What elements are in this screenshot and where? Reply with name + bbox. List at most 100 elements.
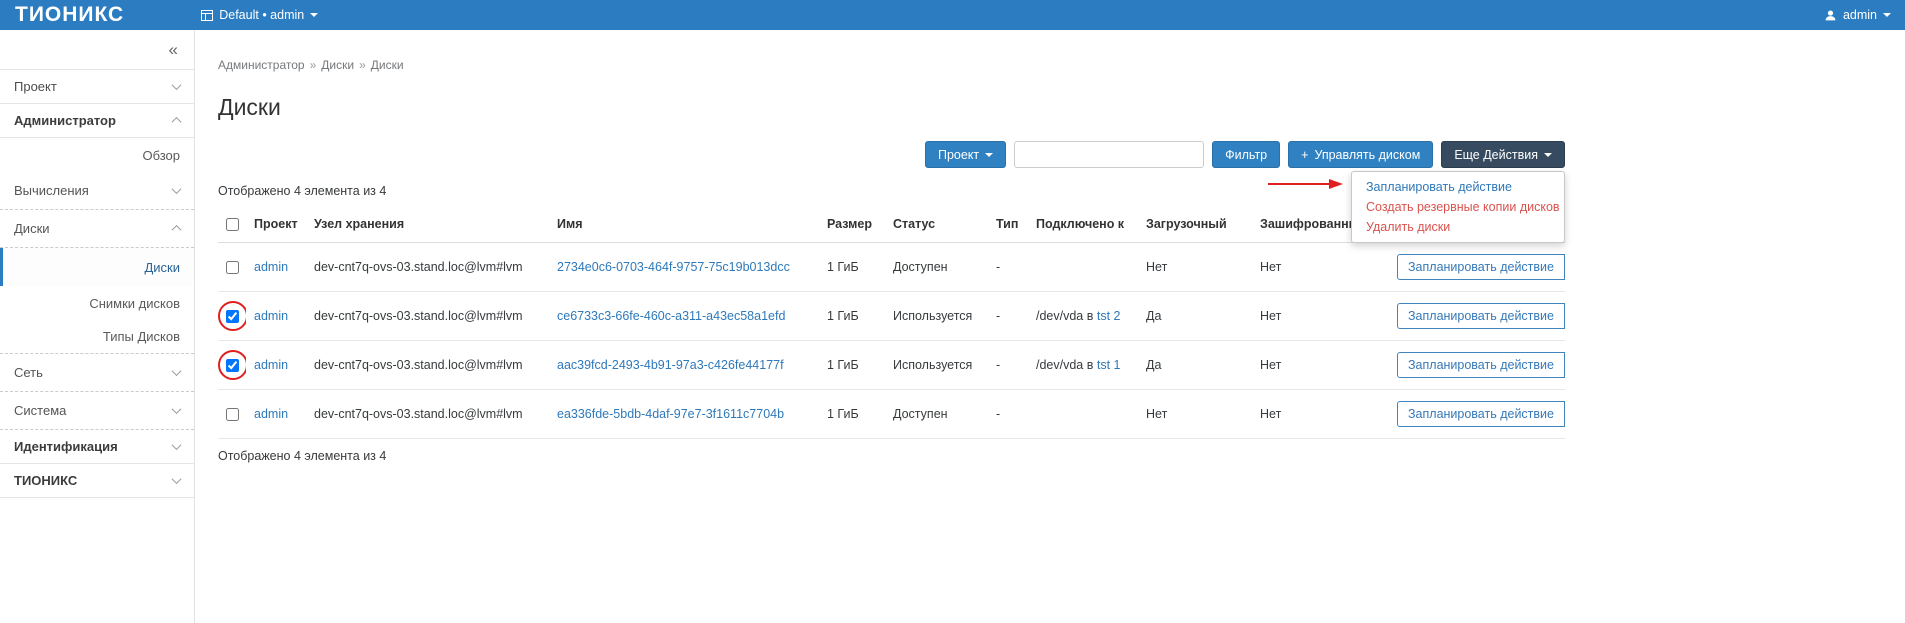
disk-name-link[interactable]: ea336fde-5bdb-4daf-97e7-3f1611c7704b (557, 407, 784, 421)
menu-item-schedule-action[interactable]: Запланировать действие (1352, 177, 1564, 197)
user-label: admin (1843, 8, 1877, 22)
row-checkbox-cell (218, 341, 246, 390)
attached-prefix: /dev/vda в (1036, 309, 1097, 323)
disk-name-link[interactable]: ce6733c3-66fe-460c-a311-a43ec58a1efd (557, 309, 785, 323)
table-row: admin dev-cnt7q-ovs-03.stand.loc@lvm#lvm… (218, 390, 1565, 439)
column-header-project: Проект (246, 206, 306, 243)
attached-cell (1028, 390, 1138, 439)
attached-cell: /dev/vda в tst 2 (1028, 292, 1138, 341)
breadcrumb-separator: » (310, 58, 317, 72)
row-action-button[interactable]: Запланировать действие (1397, 254, 1565, 280)
sidebar-group-compute[interactable]: Вычисления (0, 172, 194, 210)
row-checkbox-cell (218, 243, 246, 292)
sidebar-item-overview[interactable]: Обзор (0, 138, 194, 172)
project-link[interactable]: admin (254, 260, 288, 274)
row-actions-cell: Запланировать действие (1389, 292, 1565, 341)
more-actions-button[interactable]: Еще Действия (1441, 141, 1565, 168)
row-actions-cell: Запланировать действие (1389, 390, 1565, 439)
sidebar-item-disk-snapshots[interactable]: Снимки дисков (0, 286, 194, 320)
row-action-button[interactable]: Запланировать действие (1397, 352, 1565, 378)
disk-name-link[interactable]: aac39fcd-2493-4b91-97a3-c426fe44177f (557, 358, 784, 372)
attached-cell: /dev/vda в tst 1 (1028, 341, 1138, 390)
row-actions-cell: Запланировать действие (1389, 243, 1565, 292)
sidebar-section-tionix[interactable]: ТИОНИКС (0, 464, 194, 498)
attached-cell (1028, 243, 1138, 292)
sidebar-group-system[interactable]: Система (0, 392, 194, 430)
more-actions-menu: Запланировать действие Создать резервные… (1351, 171, 1565, 243)
column-header-bootable: Загрузочный (1138, 206, 1252, 243)
column-header-attached-to: Подключено к (1028, 206, 1138, 243)
sidebar-section-label: Идентификация (14, 439, 118, 454)
disk-name-link[interactable]: 2734e0c6-0703-464f-9757-75c19b013dcc (557, 260, 790, 274)
sidebar-item-label: Типы Дисков (103, 329, 180, 344)
encrypted-cell: Нет (1252, 243, 1389, 292)
row-action-button[interactable]: Запланировать действие (1397, 401, 1565, 427)
host-cell: dev-cnt7q-ovs-03.stand.loc@lvm#lvm (306, 292, 549, 341)
sidebar-section-admin[interactable]: Администратор (0, 104, 194, 138)
sidebar-group-label: Система (14, 403, 66, 418)
toolbar: Проект Фильтр + Управлять диском Еще Дей… (218, 141, 1565, 168)
chevron-down-icon (172, 474, 182, 484)
row-checkbox[interactable] (226, 310, 239, 323)
bootable-cell: Нет (1138, 243, 1252, 292)
type-cell: - (988, 292, 1028, 341)
status-cell: Доступен (885, 243, 988, 292)
bootable-cell: Да (1138, 292, 1252, 341)
row-checkbox-cell (218, 292, 246, 341)
context-switcher[interactable]: Default • admin (201, 8, 318, 22)
column-header-name: Имя (549, 206, 819, 243)
sidebar-item-disk-types[interactable]: Типы Дисков (0, 320, 194, 354)
project-link[interactable]: admin (254, 407, 288, 421)
attached-instance-link[interactable]: tst 2 (1097, 309, 1121, 323)
sidebar-collapse-button[interactable]: « (169, 40, 178, 60)
chevron-down-icon (172, 404, 182, 414)
table-row: admin dev-cnt7q-ovs-03.stand.loc@lvm#lvm… (218, 243, 1565, 292)
items-shown-summary-bottom: Отображено 4 элемента из 4 (218, 449, 1565, 463)
project-link[interactable]: admin (254, 309, 288, 323)
size-cell: 1 ГиБ (819, 341, 885, 390)
manage-disk-button[interactable]: + Управлять диском (1288, 141, 1433, 168)
chevron-down-icon (172, 440, 182, 450)
sidebar-group-label: Сеть (14, 365, 43, 380)
brand-logo: ТИОНИКС (0, 0, 139, 30)
sidebar-section-identity[interactable]: Идентификация (0, 430, 194, 464)
main-content: Администратор»Диски»Диски Диски Проект Ф… (196, 30, 1580, 463)
chevron-down-icon (172, 184, 182, 194)
select-all-cell (218, 206, 246, 243)
project-filter-dropdown[interactable]: Проект (925, 141, 1006, 168)
breadcrumb-link-admin[interactable]: Администратор (218, 58, 305, 72)
sidebar-item-label: Диски (144, 260, 180, 275)
select-all-checkbox[interactable] (226, 218, 239, 231)
project-link[interactable]: admin (254, 358, 288, 372)
row-checkbox[interactable] (226, 408, 239, 421)
sidebar-section-project[interactable]: Проект (0, 70, 194, 104)
host-cell: dev-cnt7q-ovs-03.stand.loc@lvm#lvm (306, 390, 549, 439)
sidebar-group-disks[interactable]: Диски (0, 210, 194, 248)
search-input[interactable] (1014, 141, 1204, 168)
menu-item-delete-disks[interactable]: Удалить диски (1352, 217, 1564, 237)
user-menu[interactable]: admin (1824, 8, 1905, 22)
plus-icon: + (1301, 148, 1308, 162)
status-cell: Доступен (885, 390, 988, 439)
sidebar-section-label: Администратор (14, 113, 116, 128)
attached-instance-link[interactable]: tst 1 (1097, 358, 1121, 372)
breadcrumb: Администратор»Диски»Диски (218, 30, 1565, 72)
row-action-button[interactable]: Запланировать действие (1397, 303, 1565, 329)
menu-item-create-backups[interactable]: Создать резервные копии дисков (1352, 197, 1564, 217)
row-checkbox[interactable] (226, 359, 239, 372)
filter-button[interactable]: Фильтр (1212, 141, 1280, 168)
more-actions-label: Еще Действия (1454, 148, 1538, 162)
sidebar-item-disks[interactable]: Диски (0, 248, 194, 286)
page-title: Диски (218, 94, 1565, 121)
row-checkbox-cell (218, 390, 246, 439)
sidebar: « Проект Администратор Обзор Вычисления … (0, 30, 195, 623)
bootable-cell: Нет (1138, 390, 1252, 439)
sidebar-collapse-row: « (0, 30, 194, 70)
column-header-status: Статус (885, 206, 988, 243)
size-cell: 1 ГиБ (819, 243, 885, 292)
breadcrumb-link-disks[interactable]: Диски (321, 58, 354, 72)
bootable-cell: Да (1138, 341, 1252, 390)
sidebar-group-network[interactable]: Сеть (0, 354, 194, 392)
encrypted-cell: Нет (1252, 341, 1389, 390)
row-checkbox[interactable] (226, 261, 239, 274)
